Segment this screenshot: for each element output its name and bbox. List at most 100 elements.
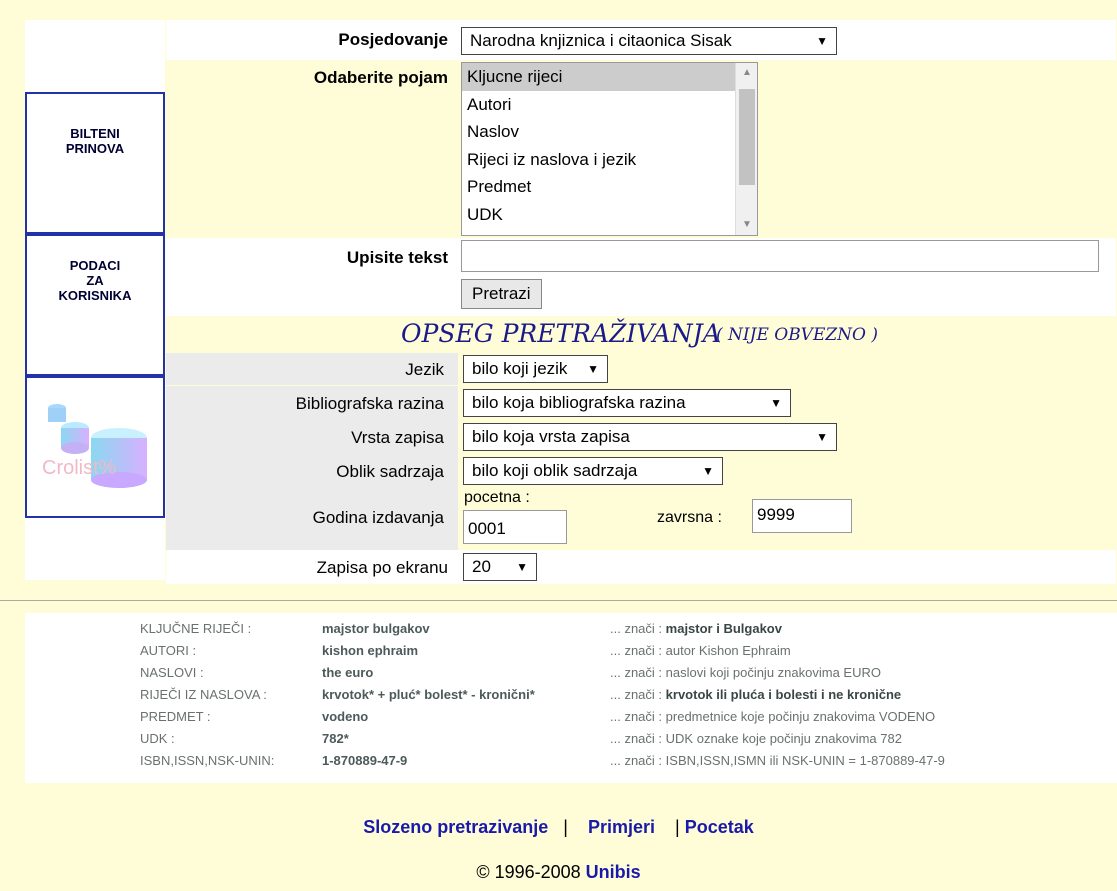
example-key: NASLOVI : bbox=[140, 665, 204, 680]
primjeri-link[interactable]: Primjeri bbox=[588, 817, 655, 837]
opseg-header-row: OPSEG PRETRAŽIVANJA ( NIJE OBVEZNO ) bbox=[166, 316, 1116, 352]
posjedovanje-label: Posjedovanje bbox=[338, 30, 448, 49]
opseg-title: OPSEG PRETRAŽIVANJA bbox=[401, 319, 721, 348]
example-key: AUTORI : bbox=[140, 643, 197, 658]
listbox-scrollbar[interactable]: ▲ ▼ bbox=[735, 63, 757, 235]
example-key: ISBN,ISSN,NSK-UNIN: bbox=[140, 753, 275, 768]
pojam-label: Odaberite pojam bbox=[313, 68, 448, 87]
oblik-value: bilo koji oblik sadrzaja bbox=[472, 461, 638, 480]
chevron-down-icon: ▼ bbox=[816, 34, 828, 48]
copyright: © 1996-2008 Unibis bbox=[0, 862, 1117, 883]
chevron-down-icon: ▼ bbox=[770, 396, 782, 410]
pojam-option-naslov[interactable]: Naslov bbox=[462, 118, 757, 146]
example-value: krvotok* + pluć* bolest* - kronični* bbox=[322, 687, 535, 702]
pojam-option-kljucne-rijeci[interactable]: Kljucne rijeci bbox=[462, 63, 757, 91]
pojam-option-rijeci-iz-naslova[interactable]: Rijeci iz naslova i jezik bbox=[462, 146, 757, 174]
podaci-label: PODACI ZA KORISNIKA bbox=[27, 258, 163, 303]
copyright-text: © 1996-2008 bbox=[476, 862, 581, 882]
razina-label-cell: Bibliografska razina bbox=[166, 386, 458, 420]
jezik-value: bilo koji jezik bbox=[472, 359, 568, 378]
podaci-za-korisnika-link[interactable]: PODACI ZA KORISNIKA bbox=[25, 234, 165, 376]
bilteni-prinova-link[interactable]: BILTENI PRINOVA bbox=[25, 92, 165, 234]
example-value: majstor bulgakov bbox=[322, 621, 430, 636]
footer-separator: | bbox=[563, 817, 568, 837]
razina-row: Bibliografska razina bilo koja bibliogra… bbox=[166, 386, 1116, 420]
example-value: vodeno bbox=[322, 709, 369, 724]
search-button[interactable]: Pretrazi bbox=[461, 279, 542, 309]
example-meaning: ... znači : naslovi koji počinju znakovi… bbox=[610, 665, 881, 680]
jezik-label-cell: Jezik bbox=[166, 353, 458, 385]
zapisa-row: Zapisa po ekranu 20 ▼ bbox=[166, 550, 1116, 584]
search-button-row: Pretrazi bbox=[166, 276, 1116, 316]
pocetna-label: pocetna : bbox=[464, 489, 530, 506]
zapisa-value: 20 bbox=[472, 557, 491, 576]
chevron-down-icon: ▼ bbox=[816, 430, 828, 444]
pojam-option-autori[interactable]: Autori bbox=[462, 91, 757, 119]
section-divider bbox=[0, 600, 1117, 601]
oblik-label: Oblik sadrzaja bbox=[336, 462, 444, 481]
oblik-select[interactable]: bilo koji oblik sadrzaja ▼ bbox=[463, 457, 723, 485]
search-examples: KLJUČNE RIJEČI : majstor bulgakov ... zn… bbox=[25, 613, 1117, 783]
pocetna-input[interactable]: 0001 bbox=[463, 510, 567, 544]
example-meaning: ... znači : predmetnice koje počinju zna… bbox=[610, 709, 936, 724]
scroll-up-arrow-icon[interactable]: ▲ bbox=[736, 63, 757, 83]
jezik-row: Jezik bilo koji jezik ▼ bbox=[166, 353, 1116, 385]
example-meaning: ... znači : autor Kishon Ephraim bbox=[610, 643, 791, 658]
slozeno-pretrazivanje-link[interactable]: Slozeno pretrazivanje bbox=[363, 817, 548, 837]
razina-value: bilo koja bibliografska razina bbox=[472, 393, 686, 412]
example-key: UDK : bbox=[140, 731, 175, 746]
svg-text:Crolist%: Crolist% bbox=[42, 457, 117, 479]
example-key: PREDMET : bbox=[140, 709, 211, 724]
posjedovanje-value: Narodna knjiznica i citaonica Sisak bbox=[470, 31, 732, 50]
podaci-line3: KORISNIKA bbox=[58, 288, 132, 303]
oblik-row: Oblik sadrzaja bilo koji oblik sadrzaja … bbox=[166, 454, 1116, 488]
vrsta-select[interactable]: bilo koja vrsta zapisa ▼ bbox=[463, 423, 837, 451]
crolist-logo-link[interactable]: Crolist% bbox=[25, 376, 165, 518]
unibis-link[interactable]: Unibis bbox=[586, 862, 641, 882]
zapisa-select[interactable]: 20 ▼ bbox=[463, 553, 537, 581]
scroll-thumb[interactable] bbox=[739, 89, 755, 185]
sidebar-top-spacer bbox=[25, 20, 165, 92]
search-text-input[interactable] bbox=[461, 240, 1099, 272]
vrsta-row: Vrsta zapisa bilo koja vrsta zapisa ▼ bbox=[166, 420, 1116, 454]
bilteni-prinova-label: BILTENI PRINOVA bbox=[27, 126, 163, 156]
zapisa-label: Zapisa po ekranu bbox=[316, 558, 448, 577]
vrsta-label: Vrsta zapisa bbox=[351, 428, 444, 447]
podaci-line1: PODACI bbox=[69, 258, 121, 273]
jezik-label: Jezik bbox=[405, 360, 444, 379]
example-value: 782* bbox=[322, 731, 349, 746]
vrsta-label-cell: Vrsta zapisa bbox=[166, 420, 458, 454]
oblik-label-cell: Oblik sadrzaja bbox=[166, 454, 458, 488]
posjedovanje-select[interactable]: Narodna knjiznica i citaonica Sisak ▼ bbox=[461, 27, 837, 55]
example-meaning: ... znači : krvotok ili pluća i bolesti … bbox=[610, 687, 902, 702]
footer-separator: | bbox=[675, 817, 680, 837]
example-key: KLJUČNE RIJEČI : bbox=[140, 621, 252, 636]
pocetak-link[interactable]: Pocetak bbox=[685, 817, 754, 837]
jezik-select[interactable]: bilo koji jezik ▼ bbox=[463, 355, 608, 383]
godina-label-cell: Godina izdavanja bbox=[166, 488, 458, 550]
razina-select[interactable]: bilo koja bibliografska razina ▼ bbox=[463, 389, 791, 417]
razina-label: Bibliografska razina bbox=[295, 394, 444, 413]
pojam-listbox[interactable]: Kljucne rijeci Autori Naslov Rijeci iz n… bbox=[461, 62, 758, 236]
podaci-line2: ZA bbox=[86, 273, 104, 288]
vrsta-value: bilo koja vrsta zapisa bbox=[472, 427, 630, 446]
example-meaning: ... znači : majstor i Bulgakov bbox=[610, 621, 782, 636]
example-meaning: ... znači : UDK oznake koje počinju znak… bbox=[610, 731, 902, 746]
posjedovanje-row: Posjedovanje Narodna knjiznica i citaoni… bbox=[166, 20, 1116, 60]
tekst-label: Upisite tekst bbox=[346, 248, 448, 267]
zavrsna-input[interactable]: 9999 bbox=[752, 499, 852, 533]
pojam-row: Odaberite pojam Kljucne rijeci Autori Na… bbox=[166, 60, 1116, 238]
pojam-option-predmet[interactable]: Predmet bbox=[462, 173, 757, 201]
bilteni-line1: BILTENI bbox=[70, 126, 120, 141]
pojam-option-udk[interactable]: UDK bbox=[462, 201, 757, 229]
bilteni-line2: PRINOVA bbox=[65, 141, 125, 156]
sidebar-bottom-spacer bbox=[25, 518, 165, 580]
chevron-down-icon: ▼ bbox=[587, 362, 599, 376]
godina-row: Godina izdavanja pocetna : 0001 zavrsna … bbox=[166, 488, 1116, 550]
example-value: 1-870889-47-9 bbox=[322, 753, 408, 768]
chevron-down-icon: ▼ bbox=[702, 464, 714, 478]
footer-links: Slozeno pretrazivanje | Primjeri | Pocet… bbox=[0, 817, 1117, 838]
example-value: kishon ephraim bbox=[322, 643, 419, 658]
example-key: RIJEČI IZ NASLOVA : bbox=[140, 687, 267, 702]
scroll-down-arrow-icon[interactable]: ▼ bbox=[736, 215, 757, 235]
